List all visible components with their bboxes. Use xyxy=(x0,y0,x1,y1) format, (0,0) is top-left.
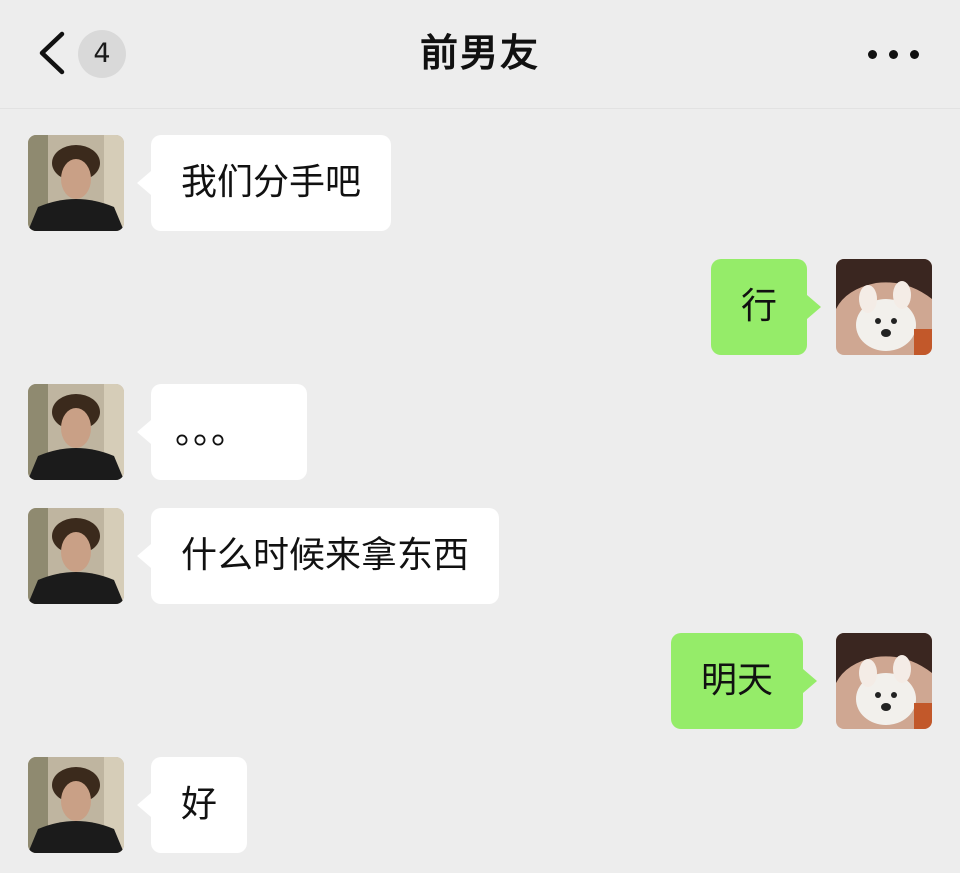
unread-count-badge: 4 xyxy=(78,30,126,78)
outgoing-message-bubble[interactable]: 明天 xyxy=(671,633,818,729)
chevron-left-icon xyxy=(39,31,65,75)
more-dots-icon xyxy=(910,50,919,59)
more-options-button[interactable] xyxy=(868,38,920,68)
back-button[interactable]: 4 xyxy=(34,26,130,80)
incoming-message-bubble[interactable]: 。。。 xyxy=(137,384,307,480)
more-dots-icon xyxy=(889,50,898,59)
outgoing-message-bubble[interactable]: 行 xyxy=(711,259,822,355)
boyfriend-avatar[interactable] xyxy=(28,757,124,853)
my-avatar-dog[interactable] xyxy=(836,259,932,355)
my-avatar-dog[interactable] xyxy=(836,633,932,729)
chat-header: 4 前男友 xyxy=(0,0,960,109)
incoming-message-bubble[interactable]: 我们分手吧 xyxy=(136,135,392,231)
chat-title: 前男友 xyxy=(419,31,540,75)
more-dots-icon xyxy=(868,50,877,59)
boyfriend-avatar[interactable] xyxy=(28,508,124,604)
boyfriend-avatar[interactable] xyxy=(28,384,124,480)
incoming-message-bubble[interactable]: 好 xyxy=(136,757,248,853)
incoming-message-bubble[interactable]: 什么时候来拿东西 xyxy=(136,508,500,604)
boyfriend-avatar[interactable] xyxy=(28,135,124,231)
